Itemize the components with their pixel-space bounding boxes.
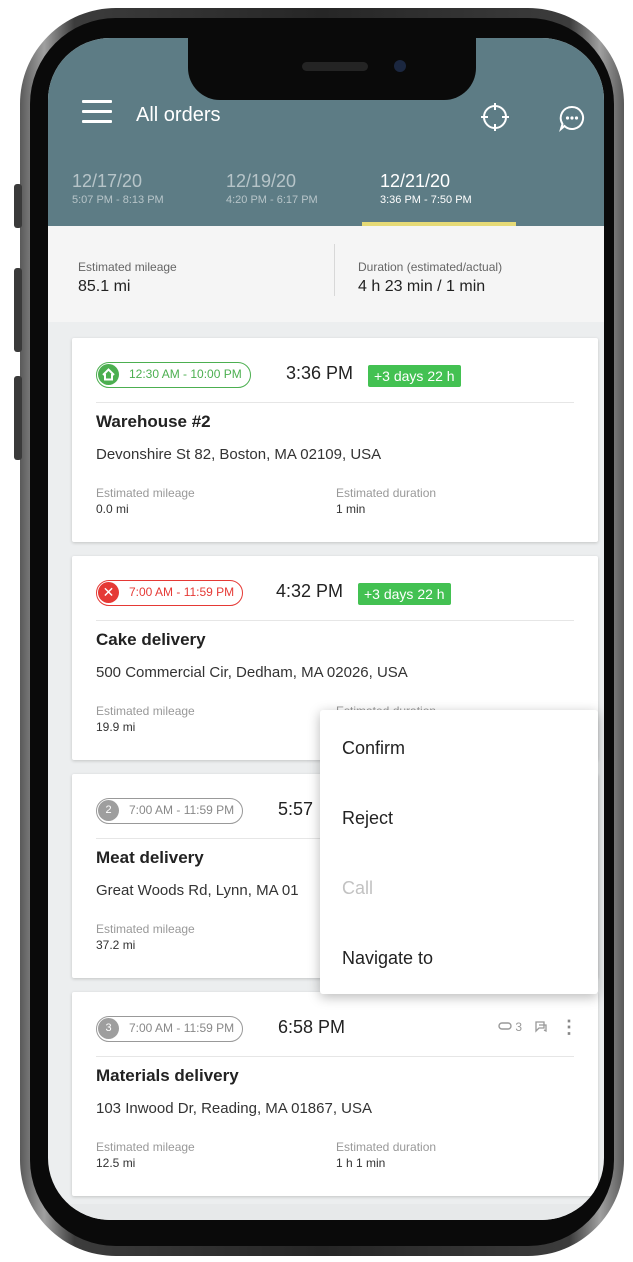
card-divider [96,402,574,403]
order-title: Warehouse #2 [96,412,211,431]
summary-mileage-value: 85.1 mi [78,278,131,295]
eta-time: 6:58 PM [278,1017,346,1037]
order-context-menu: Confirm Reject Call Navigate to [320,710,598,994]
order-card[interactable]: 12:30 AM - 10:00 PM 3:36 PM +3 days 22 h… [72,338,598,542]
time-window-pill: 12:30 AM - 10:00 PM [96,362,251,388]
phone-mute-switch [14,184,22,228]
order-address: 500 Commercial Cir, Dedham, MA 02026, US… [96,664,408,681]
date-tab-time-range: 4:20 PM - 6:17 PM [226,194,318,206]
order-mileage-value: 0.0 mi [96,502,129,516]
chat-bubble-icon[interactable] [558,104,586,132]
order-duration-value: 1 h 1 min [336,1156,386,1170]
order-mileage-label: Estimated mileage [96,704,195,718]
front-camera [394,60,406,72]
menu-item-navigate-to[interactable]: Navigate to [342,948,433,969]
phone-volume-up [14,268,22,352]
card-divider [96,620,574,621]
card-actions: 3 ⋮ [498,1018,578,1036]
eta-time: 5:57 [278,799,314,819]
attachments-count: 3 [515,1020,522,1034]
time-window-pill: ✕ 7:00 AM - 11:59 PM [96,580,244,606]
time-window-text: 12:30 AM - 10:00 PM [129,367,242,381]
time-window-text: 7:00 AM - 11:59 PM [129,1021,235,1035]
date-tab-time-range: 3:36 PM - 7:50 PM [380,194,472,206]
attachments-indicator[interactable]: 3 [498,1020,522,1034]
stop-number: 2 [98,800,119,821]
card-divider [96,1056,574,1057]
phone-volume-down [14,376,22,460]
delay-badge: +3 days 22 h [358,583,451,605]
order-mileage-label: Estimated mileage [96,486,195,500]
date-tab-2[interactable]: 12/19/20 4:20 PM - 6:17 PM [226,170,318,208]
date-tab-date: 12/17/20 [72,171,143,191]
speaker-grille [302,62,368,71]
date-tab-date: 12/19/20 [226,171,297,191]
app-screen: All orders 12/17/20 5:07 PM - 8:13 PM 12… [48,38,604,1220]
home-icon [98,364,119,385]
menu-item-reject[interactable]: Reject [342,808,393,829]
page-title: All orders [136,104,221,126]
summary-divider [334,244,335,296]
menu-icon[interactable] [82,100,112,124]
eta-time: 4:32 PM [276,581,344,601]
order-title: Cake delivery [96,630,206,649]
order-mileage-value: 19.9 mi [96,720,136,734]
date-tab-3-selected[interactable]: 12/21/20 3:36 PM - 7:50 PM [380,170,472,208]
time-window-text: 7:00 AM - 11:59 PM [129,803,235,817]
menu-item-call: Call [342,878,374,898]
order-duration-label: Estimated duration [336,486,437,500]
list-bottom-edge [48,1204,604,1220]
rejected-x-icon: ✕ [98,582,119,603]
link-icon [498,1022,512,1030]
order-duration-label: Estimated duration [336,1140,437,1154]
date-tab-time-range: 5:07 PM - 8:13 PM [72,194,164,206]
order-address: Great Woods Rd, Lynn, MA 01 [96,882,299,899]
order-mileage-value: 37.2 mi [96,938,136,952]
date-tab-date: 12/21/20 [380,171,451,191]
more-options-icon[interactable]: ⋮ [560,1018,578,1036]
order-mileage-label: Estimated mileage [96,922,195,936]
order-title: Meat delivery [96,848,204,867]
time-window-pill: 2 7:00 AM - 11:59 PM [96,798,244,824]
eta-time: 3:36 PM [286,363,354,383]
target-icon[interactable] [480,102,510,132]
menu-item-confirm[interactable]: Confirm [342,738,405,759]
order-mileage-value: 12.5 mi [96,1156,136,1170]
summary-mileage-label: Estimated mileage [78,260,177,274]
order-address: Devonshire St 82, Boston, MA 02109, USA [96,446,382,463]
date-tab-1[interactable]: 12/17/20 5:07 PM - 8:13 PM [72,170,164,208]
summary-duration-label: Duration (estimated/actual) [358,260,503,274]
delay-badge: +3 days 22 h [368,365,461,387]
stop-number: 3 [98,1018,119,1039]
order-duration-value: 1 min [336,502,366,516]
order-address: 103 Inwood Dr, Reading, MA 01867, USA [96,1100,373,1117]
order-card[interactable]: 3 7:00 AM - 11:59 PM 6:58 PM 3 ⋮ Materia… [72,992,598,1196]
order-mileage-label: Estimated mileage [96,1140,195,1154]
phone-notch [188,38,476,100]
summary-duration-value: 4 h 23 min / 1 min [358,278,486,295]
time-window-text: 7:00 AM - 11:59 PM [129,585,235,599]
route-summary: Estimated mileage 85.1 mi Duration (esti… [48,226,604,322]
time-window-pill: 3 7:00 AM - 11:59 PM [96,1016,244,1042]
order-title: Materials delivery [96,1066,239,1085]
comments-icon[interactable] [534,1020,548,1034]
